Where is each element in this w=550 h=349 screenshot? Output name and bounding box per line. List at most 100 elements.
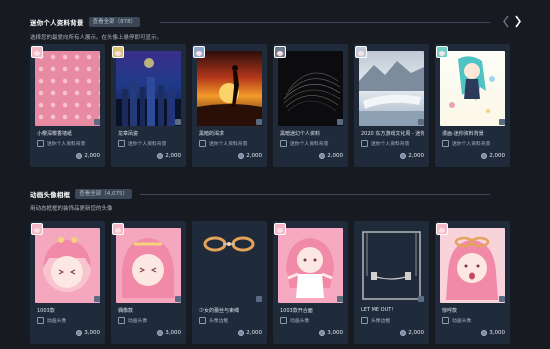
item-thumbnail <box>197 228 262 303</box>
item-price: 3,000 <box>319 330 343 336</box>
avatar-icon <box>118 317 125 324</box>
avatar-icon <box>37 317 44 324</box>
item-type: 动画头像 <box>280 317 309 324</box>
item-name: 龙章凤姿 <box>118 131 139 137</box>
item-name: 小樱深樱香墙纸 <box>37 131 73 137</box>
type-badge-icon <box>175 119 181 125</box>
points-icon <box>238 330 245 336</box>
item-price: 2,000 <box>238 153 262 159</box>
price-value: 3,000 <box>327 330 343 336</box>
item-thumbnail <box>278 228 343 303</box>
type-badge-icon <box>256 296 262 302</box>
avatar <box>31 46 43 58</box>
item-price: 3,000 <box>76 330 100 336</box>
avatar-icon <box>442 317 449 324</box>
price-value: 2,000 <box>408 330 424 336</box>
divider <box>160 22 490 23</box>
item-card[interactable]: 少女的蕾丝与束缚 头像边框 2,000 <box>192 221 267 344</box>
item-type: 头像边框 <box>199 317 228 324</box>
item-card[interactable]: 漫画-迷你资料背景 迷你个人资料背景 2,000 <box>435 44 510 167</box>
item-price: 2,000 <box>157 153 181 159</box>
avatar <box>274 46 286 58</box>
section-header: 动画头像相框 查看全部（4,075） <box>30 188 132 200</box>
type-badge-icon <box>94 119 100 125</box>
item-type-label: 动画头像 <box>452 319 472 324</box>
item-card[interactable]: 惊呼款 动画头像 3,000 <box>435 221 510 344</box>
item-price: 2,000 <box>400 330 424 336</box>
points-icon <box>319 330 326 336</box>
avatar <box>355 46 367 58</box>
item-type: 动画头像 <box>118 317 147 324</box>
type-badge-icon <box>499 296 505 302</box>
item-price: 2,000 <box>400 153 424 159</box>
item-thumbnail <box>197 51 262 126</box>
view-all-button[interactable]: 查看全部（878） <box>88 17 141 27</box>
chevron-right-icon[interactable] <box>514 15 522 28</box>
item-name: 少女的蕾丝与束缚 <box>199 308 240 314</box>
item-card[interactable]: 龙章凤姿 迷你个人资料背景 2,000 <box>111 44 186 167</box>
item-name: 黑暗的渴求 <box>199 131 225 137</box>
item-name: 黑暗迷幻个人资料 <box>280 131 321 137</box>
points-icon <box>238 153 245 159</box>
price-value: 3,000 <box>489 330 505 336</box>
divider <box>140 194 490 195</box>
type-badge-icon <box>175 296 181 302</box>
view-all-button[interactable]: 查看全部（4,075） <box>75 189 132 199</box>
avatar <box>436 223 448 235</box>
item-thumbnail <box>116 51 181 126</box>
item-thumbnail <box>278 51 343 126</box>
item-type: 迷你个人资料背景 <box>361 140 409 147</box>
item-type-label: 动画头像 <box>128 319 148 324</box>
price-value: 2,000 <box>165 153 181 159</box>
avatar <box>436 46 448 58</box>
item-price: 3,000 <box>157 330 181 336</box>
image-icon <box>199 140 206 147</box>
item-name: LET ME OUT! <box>361 307 394 313</box>
avatar-icon <box>280 317 287 324</box>
section-description: 用动态框框的装饰品更新您的头像 <box>30 206 113 212</box>
item-type: 迷你个人资料背景 <box>442 140 490 147</box>
item-name: 1003款开合面 <box>280 308 313 314</box>
points-icon <box>400 153 407 159</box>
item-price: 2,000 <box>76 153 100 159</box>
frame-icon <box>361 317 368 324</box>
price-value: 3,000 <box>84 330 100 336</box>
type-badge-icon <box>256 119 262 125</box>
chevron-left-icon[interactable] <box>502 15 510 28</box>
type-badge-icon <box>337 119 343 125</box>
section-header: 迷你个人资料背景 查看全部（878） <box>30 16 141 28</box>
item-type-label: 动画头像 <box>290 319 310 324</box>
image-icon <box>442 140 449 147</box>
item-card[interactable]: 偶像款 动画头像 3,000 <box>111 221 186 344</box>
item-card[interactable]: 黑暗的渴求 迷你个人资料背景 2,000 <box>192 44 267 167</box>
item-type-label: 迷你个人资料背景 <box>47 142 86 147</box>
item-card[interactable]: 1003款 动画头像 3,000 <box>30 221 105 344</box>
item-name: 惊呼款 <box>442 308 458 314</box>
item-card[interactable]: 1003款开合面 动画头像 3,000 <box>273 221 348 344</box>
price-value: 3,000 <box>165 330 181 336</box>
type-badge-icon <box>94 296 100 302</box>
item-type: 迷你个人资料背景 <box>280 140 328 147</box>
section-title: 迷你个人资料背景 <box>30 19 84 27</box>
image-icon <box>37 140 44 147</box>
item-type: 迷你个人资料背景 <box>37 140 85 147</box>
item-type-label: 迷你个人资料背景 <box>290 142 329 147</box>
item-card[interactable]: 小樱深樱香墙纸 迷你个人资料背景 2,000 <box>30 44 105 167</box>
section-description: 选择您的最爱向所有人展示。在头像上悬停即可显示。 <box>30 35 163 41</box>
item-type-label: 迷你个人资料背景 <box>128 142 167 147</box>
item-thumbnail <box>359 228 424 303</box>
type-badge-icon <box>499 119 505 125</box>
avatar <box>274 223 286 235</box>
points-icon <box>481 330 488 336</box>
item-list: 小樱深樱香墙纸 迷你个人资料背景 2,000 龙章凤姿 迷你个人资料背景 2,0… <box>30 44 510 167</box>
points-icon <box>481 153 488 159</box>
item-price: 2,000 <box>481 153 505 159</box>
item-card[interactable]: 黑暗迷幻个人资料 迷你个人资料背景 2,000 <box>273 44 348 167</box>
item-card[interactable]: 2020 东方游戏文化周 - 迷你 迷你个人资料背景 2,000 <box>354 44 429 167</box>
frame-icon <box>199 317 206 324</box>
points-icon <box>400 330 407 336</box>
item-thumbnail <box>116 228 181 303</box>
item-card[interactable]: LET ME OUT! 头像边框 2,000 <box>354 221 429 344</box>
item-name: 2020 东方游戏文化周 - 迷你 <box>361 131 424 137</box>
image-icon <box>280 140 287 147</box>
